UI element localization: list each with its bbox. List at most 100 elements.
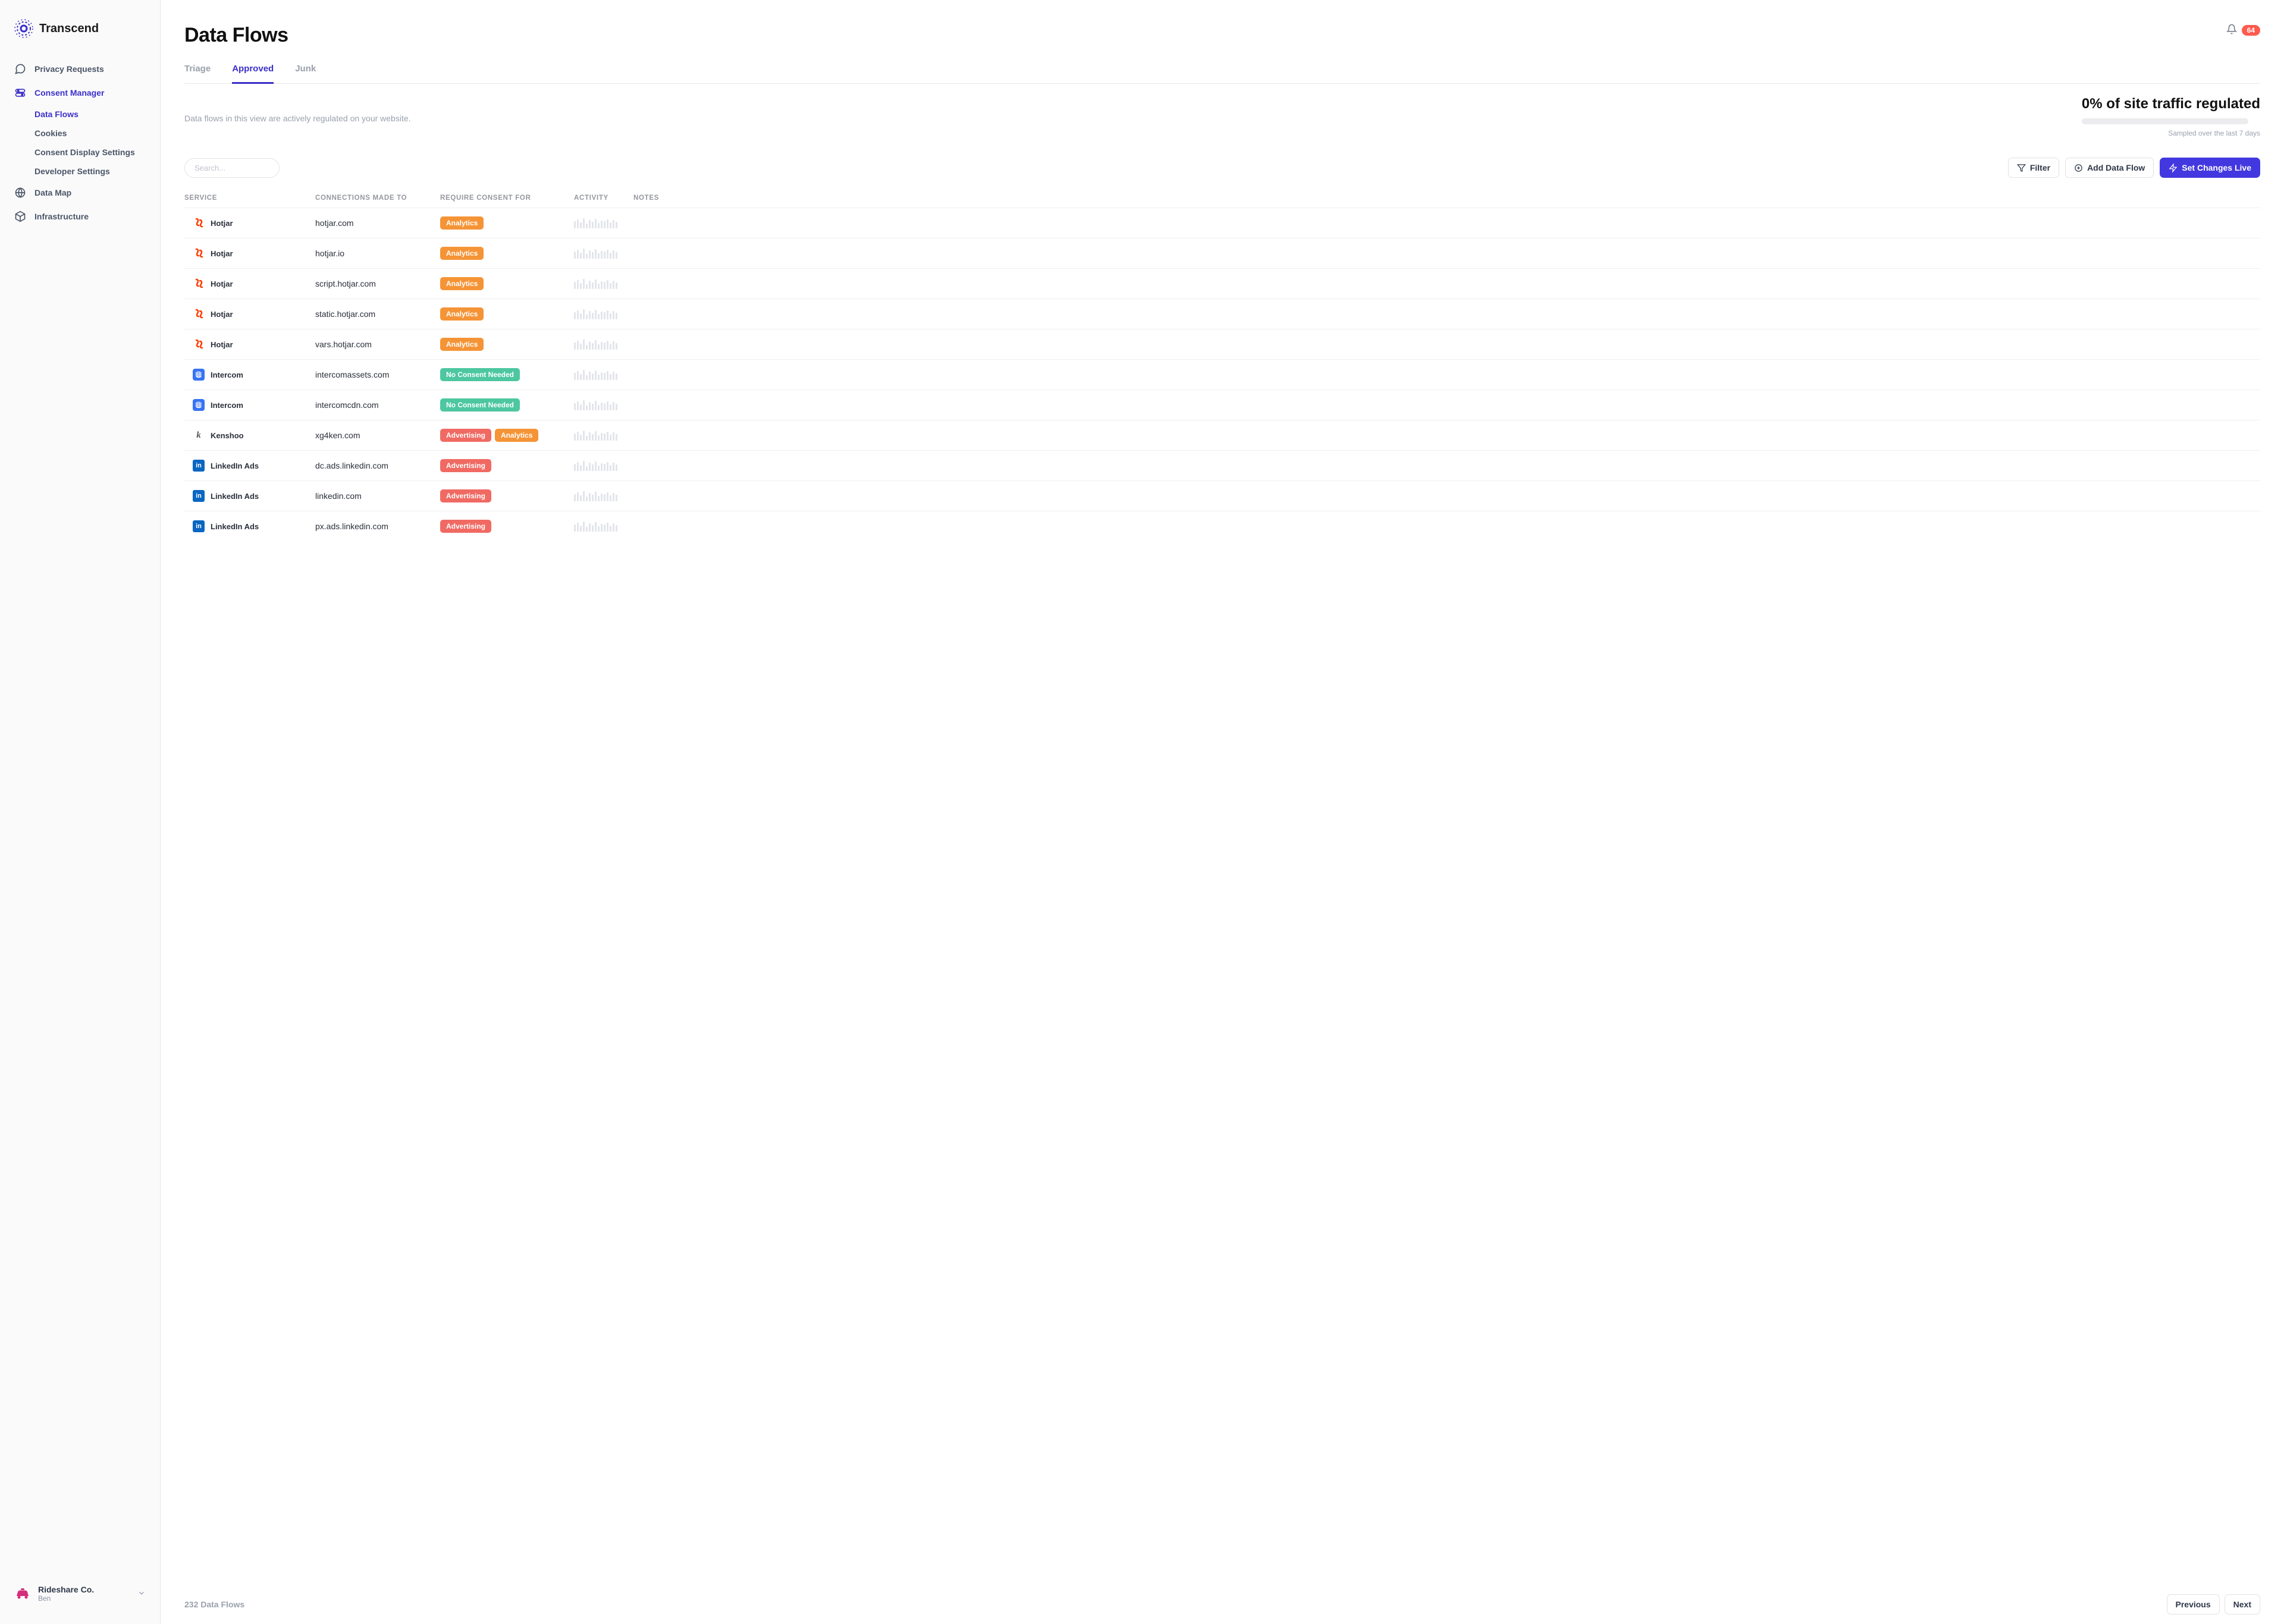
stat-subtitle: Sampled over the last 7 days (2082, 129, 2260, 137)
table-row[interactable]: Hotjar hotjar.ioAnalytics (184, 238, 2260, 268)
consent-tag[interactable]: Analytics (495, 429, 538, 442)
add-data-flow-button[interactable]: Add Data Flow (2065, 158, 2154, 178)
tab-approved[interactable]: Approved (232, 64, 274, 84)
set-changes-live-button[interactable]: Set Changes Live (2160, 158, 2260, 178)
consent-tag[interactable]: Advertising (440, 489, 491, 502)
service-name: Hotjar (211, 340, 233, 349)
table-row[interactable]: Intercomintercomassets.comNo Consent Nee… (184, 359, 2260, 389)
activity-cell (574, 400, 633, 410)
filter-icon (2017, 164, 2026, 172)
brand-logo[interactable]: Transcend (0, 14, 160, 52)
sidebar-submenu: Data Flows Cookies Consent Display Setti… (0, 105, 160, 181)
table-row[interactable]: Hotjarvars.hotjar.comAnalytics (184, 329, 2260, 359)
consent-tag[interactable]: Analytics (440, 307, 484, 321)
sidebar-sub-cookies[interactable]: Cookies (34, 124, 160, 143)
col-notes: NOTES (633, 194, 2260, 202)
col-activity: ACTIVITY (574, 194, 633, 202)
sidebar-item-consent-manager[interactable]: Consent Manager (0, 81, 160, 105)
activity-cell (574, 218, 633, 228)
service-name: Kenshoo (211, 431, 244, 440)
service-logo-icon (193, 369, 205, 381)
activity-cell (574, 309, 633, 319)
consent-tag[interactable]: Advertising (440, 459, 491, 472)
service-logo-icon (193, 338, 205, 350)
sidebar-sub-consent-display[interactable]: Consent Display Settings (34, 143, 160, 162)
globe-icon (14, 187, 26, 199)
view-description: Data flows in this view are actively reg… (184, 96, 411, 123)
main-content: Data Flows 64 Triage Approved Junk Data … (161, 0, 2284, 1624)
service-name: Hotjar (211, 249, 233, 258)
lightning-icon (2169, 164, 2178, 172)
sidebar-sub-developer-settings[interactable]: Developer Settings (34, 162, 160, 181)
tab-triage[interactable]: Triage (184, 64, 211, 83)
org-switcher[interactable]: Rideshare Co. Ben (0, 1578, 160, 1610)
toolbar: Filter Add Data Flow Set Changes Live (184, 158, 2260, 178)
connection-host: hotjar.com (315, 218, 440, 228)
table-row[interactable]: k Kenshoo xg4ken.comAdvertising Analytics (184, 420, 2260, 450)
cube-icon (14, 211, 26, 222)
table-row[interactable]: inLinkedIn Adsdc.ads.linkedin.comAdverti… (184, 450, 2260, 480)
service-logo-icon: k (193, 429, 205, 441)
bell-icon[interactable] (2226, 24, 2237, 36)
row-count: 232 Data Flows (184, 1600, 244, 1609)
consent-tags: No Consent Needed (440, 368, 574, 381)
tab-junk[interactable]: Junk (295, 64, 316, 83)
activity-sparkline (574, 218, 633, 228)
chevron-down-icon (137, 1589, 146, 1599)
data-flow-table: SERVICE CONNECTIONS MADE TO REQUIRE CONS… (184, 189, 2260, 541)
consent-tags: Analytics (440, 307, 574, 321)
filter-button[interactable]: Filter (2008, 158, 2059, 178)
service-name: Intercom (211, 370, 243, 379)
activity-cell (574, 521, 633, 532)
activity-sparkline (574, 278, 633, 289)
consent-tags: Analytics (440, 247, 574, 260)
table-row[interactable]: Hotjar hotjar.comAnalytics (184, 208, 2260, 238)
prev-button[interactable]: Previous (2167, 1594, 2220, 1614)
org-name: Rideshare Co. (38, 1585, 130, 1594)
next-button[interactable]: Next (2225, 1594, 2260, 1614)
table-row[interactable]: Intercomintercomcdn.comNo Consent Needed (184, 389, 2260, 420)
activity-cell (574, 491, 633, 501)
live-label: Set Changes Live (2182, 163, 2251, 172)
progress-bar (2082, 118, 2248, 124)
notification-badge[interactable]: 64 (2242, 25, 2260, 36)
connection-host: hotjar.io (315, 249, 440, 258)
service-logo-icon (193, 247, 205, 259)
toggle-icon (14, 87, 26, 99)
consent-tag[interactable]: Analytics (440, 277, 484, 290)
consent-tags: No Consent Needed (440, 398, 574, 412)
connection-host: xg4ken.com (315, 431, 440, 440)
activity-cell (574, 430, 633, 441)
sidebar-nav: Privacy Requests Consent Manager Data Fl… (0, 52, 160, 1578)
consent-tag[interactable]: No Consent Needed (440, 398, 520, 412)
sidebar-item-data-map[interactable]: Data Map (0, 181, 160, 205)
consent-tag[interactable]: Advertising (440, 429, 491, 442)
page-title: Data Flows (184, 24, 288, 47)
activity-sparkline (574, 248, 633, 259)
add-label: Add Data Flow (2087, 163, 2145, 172)
col-consent: REQUIRE CONSENT FOR (440, 194, 574, 202)
consent-tags: Advertising (440, 489, 574, 502)
consent-tag[interactable]: Analytics (440, 338, 484, 351)
table-row[interactable]: Hotjarscript.hotjar.comAnalytics (184, 268, 2260, 299)
sidebar-item-infrastructure[interactable]: Infrastructure (0, 205, 160, 228)
service-logo-icon (193, 217, 205, 229)
service-name: Hotjar (211, 219, 233, 228)
activity-cell (574, 339, 633, 350)
table-row[interactable]: Hotjarstatic.hotjar.comAnalytics (184, 299, 2260, 329)
col-connections: CONNECTIONS MADE TO (315, 194, 440, 202)
service-name: LinkedIn Ads (211, 522, 259, 531)
transcend-logo-icon (14, 19, 33, 38)
table-row[interactable]: inLinkedIn Adspx.ads.linkedin.comAdverti… (184, 511, 2260, 541)
consent-tag[interactable]: No Consent Needed (440, 368, 520, 381)
activity-cell (574, 248, 633, 259)
service-logo-icon: in (193, 460, 205, 472)
consent-tag[interactable]: Analytics (440, 216, 484, 230)
sidebar-item-privacy-requests[interactable]: Privacy Requests (0, 57, 160, 81)
consent-tag[interactable]: Advertising (440, 520, 491, 533)
activity-sparkline (574, 400, 633, 410)
search-input[interactable] (184, 158, 280, 178)
sidebar-sub-data-flows[interactable]: Data Flows (34, 105, 160, 124)
consent-tag[interactable]: Analytics (440, 247, 484, 260)
table-row[interactable]: inLinkedIn Adslinkedin.comAdvertising (184, 480, 2260, 511)
